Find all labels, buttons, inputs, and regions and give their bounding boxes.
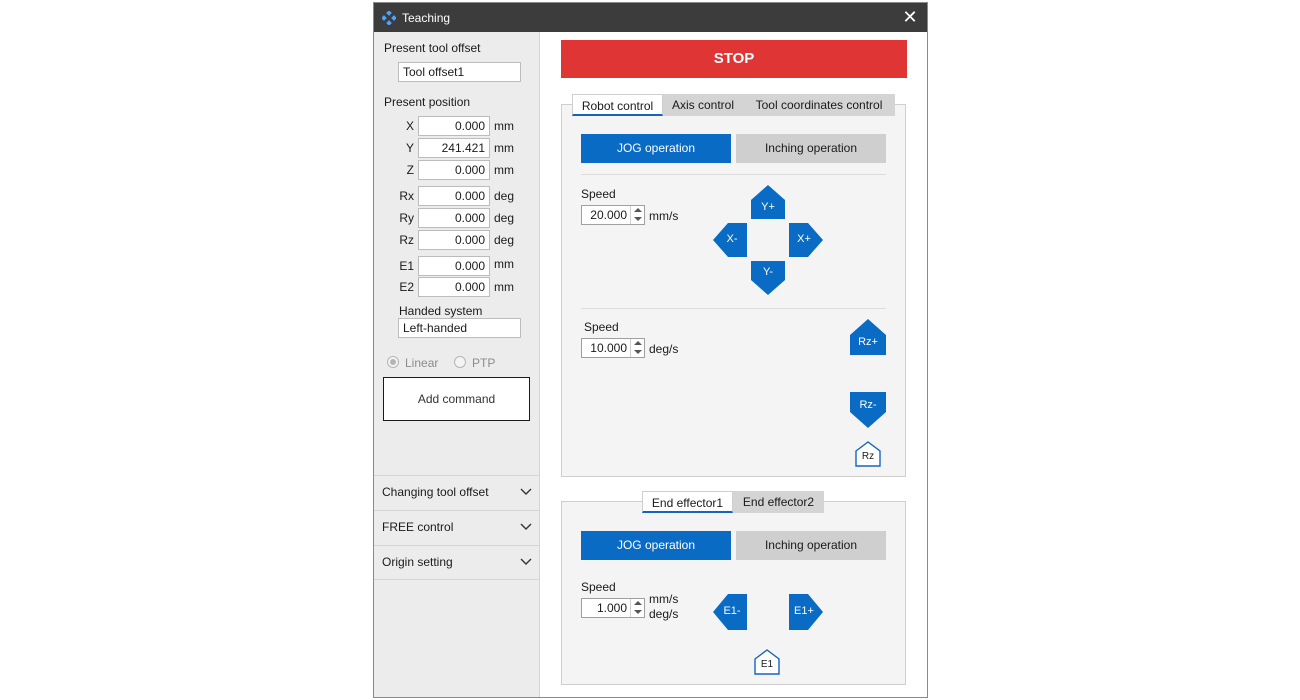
accordion-free-control[interactable]: FREE control xyxy=(374,510,539,545)
handed-system-field: Left-handed xyxy=(398,318,521,338)
chevron-down-icon xyxy=(520,523,532,530)
right-panel: STOP Robot control Axis control Tool coo… xyxy=(540,32,927,697)
chevron-down-icon xyxy=(520,488,532,495)
jog-rz-minus-button[interactable]: Rz- xyxy=(850,392,886,428)
ee-speed-label: Speed xyxy=(581,580,616,594)
teaching-app-icon xyxy=(382,11,396,25)
accordion-origin-setting[interactable]: Origin setting xyxy=(374,545,539,580)
rz-home-label: Rz xyxy=(861,451,875,462)
unit-label-e1: mm xyxy=(494,257,514,271)
divider xyxy=(581,174,886,175)
position-x-field: 0.000 xyxy=(418,116,490,136)
unit-label-x: mm xyxy=(494,119,514,133)
title-bar: Teaching ✕ xyxy=(374,3,927,32)
axis-label-x: X xyxy=(405,119,414,133)
add-command-button[interactable]: Add command xyxy=(383,377,530,421)
e1-home-button[interactable]: E1 xyxy=(753,649,781,675)
unit-label-z: mm xyxy=(494,163,514,177)
position-e2-field: 0.000 xyxy=(418,277,490,297)
jog-y-minus-label: Y- xyxy=(763,266,773,278)
jog-e1-minus-button[interactable]: E1- xyxy=(713,594,747,630)
jog-operation-button[interactable]: JOG operation xyxy=(581,134,731,163)
unit-label-ry: deg xyxy=(494,211,515,225)
present-tool-offset-label: Present tool offset xyxy=(384,41,481,55)
stepper-arrows[interactable] xyxy=(630,206,644,224)
jog-x-plus-label: X+ xyxy=(797,233,811,245)
rotation-speed-value: 10.000 xyxy=(590,341,627,355)
position-y-field: 241.421 xyxy=(418,138,490,158)
ee-inching-operation-button[interactable]: Inching operation xyxy=(736,531,886,560)
rotation-speed-stepper[interactable]: 10.000 xyxy=(581,338,645,358)
accordion-changing-tool-offset[interactable]: Changing tool offset xyxy=(374,475,539,510)
axis-label-rx: Rx xyxy=(399,189,414,203)
left-panel: Present tool offset Tool offset1 Present… xyxy=(374,32,540,697)
ptp-radio-label: PTP xyxy=(472,356,496,370)
inching-operation-button[interactable]: Inching operation xyxy=(736,134,886,163)
axis-label-e1: E1 xyxy=(399,259,414,273)
linear-speed-label: Speed xyxy=(581,187,616,201)
position-ry-field: 0.000 xyxy=(418,208,490,228)
stepper-arrows[interactable] xyxy=(630,599,644,617)
tab-end-effector2[interactable]: End effector2 xyxy=(733,491,824,513)
jog-x-minus-label: X- xyxy=(726,233,738,245)
accordion-label: FREE control xyxy=(382,520,454,534)
close-button[interactable]: ✕ xyxy=(899,6,921,28)
tab-axis-control[interactable]: Axis control xyxy=(663,94,743,116)
unit-label-rx: deg xyxy=(494,189,515,203)
ee-speed-stepper[interactable]: 1.000 xyxy=(581,598,645,618)
linear-speed-value: 20.000 xyxy=(590,208,627,222)
unit-label-e2: mm xyxy=(494,280,514,294)
linear-speed-stepper[interactable]: 20.000 xyxy=(581,205,645,225)
stop-button[interactable]: STOP xyxy=(561,40,907,78)
stepper-arrows[interactable] xyxy=(630,339,644,357)
tab-robot-control[interactable]: Robot control xyxy=(572,94,663,116)
axis-label-z: Z xyxy=(406,163,414,177)
position-rz-field: 0.000 xyxy=(418,230,490,250)
unit-label-y: mm xyxy=(494,141,514,155)
ptp-radio[interactable] xyxy=(454,356,466,368)
ee-speed-unit-deg: deg/s xyxy=(649,607,679,621)
linear-radio-label: Linear xyxy=(405,356,439,370)
position-e1-field: 0.000 xyxy=(418,256,490,276)
axis-label-e2: E2 xyxy=(399,280,414,294)
present-position-label: Present position xyxy=(384,95,471,109)
jog-rz-minus-label: Rz- xyxy=(859,399,877,411)
e1-home-label: E1 xyxy=(760,659,774,670)
jog-y-plus-label: Y+ xyxy=(761,201,775,213)
present-tool-offset-field: Tool offset1 xyxy=(398,62,521,82)
jog-y-minus-button[interactable]: Y- xyxy=(751,261,785,295)
jog-e1-plus-label: E1+ xyxy=(794,605,814,617)
tab-tool-coordinates-control[interactable]: Tool coordinates control xyxy=(743,94,895,116)
ee-speed-unit-mm: mm/s xyxy=(649,592,679,606)
axis-label-rz: Rz xyxy=(399,233,414,247)
ee-jog-operation-button[interactable]: JOG operation xyxy=(581,531,731,560)
linear-speed-unit: mm/s xyxy=(649,209,679,223)
handed-system-label: Handed system xyxy=(399,304,483,318)
accordion-label: Changing tool offset xyxy=(382,485,489,499)
jog-rz-plus-button[interactable]: Rz+ xyxy=(850,319,886,355)
jog-rz-plus-label: Rz+ xyxy=(858,336,878,348)
tab-end-effector1[interactable]: End effector1 xyxy=(642,491,733,513)
rotation-speed-unit: deg/s xyxy=(649,342,679,356)
teaching-window: Teaching ✕ Present tool offset Tool offs… xyxy=(373,2,928,698)
jog-y-plus-button[interactable]: Y+ xyxy=(751,185,785,219)
rz-home-button[interactable]: Rz xyxy=(854,441,882,467)
accordion-label: Origin setting xyxy=(382,555,453,569)
window-title: Teaching xyxy=(402,11,451,25)
jog-x-plus-button[interactable]: X+ xyxy=(789,223,823,257)
jog-e1-minus-label: E1- xyxy=(723,605,741,617)
jog-e1-plus-button[interactable]: E1+ xyxy=(789,594,823,630)
axis-label-ry: Ry xyxy=(399,211,414,225)
linear-radio[interactable] xyxy=(387,356,399,368)
position-z-field: 0.000 xyxy=(418,160,490,180)
ee-speed-value: 1.000 xyxy=(596,601,627,615)
chevron-down-icon xyxy=(520,558,532,565)
rotation-speed-label: Speed xyxy=(584,320,619,334)
jog-x-minus-button[interactable]: X- xyxy=(713,223,747,257)
unit-label-rz: deg xyxy=(494,233,515,247)
divider xyxy=(581,308,886,309)
axis-label-y: Y xyxy=(405,141,414,155)
position-rx-field: 0.000 xyxy=(418,186,490,206)
